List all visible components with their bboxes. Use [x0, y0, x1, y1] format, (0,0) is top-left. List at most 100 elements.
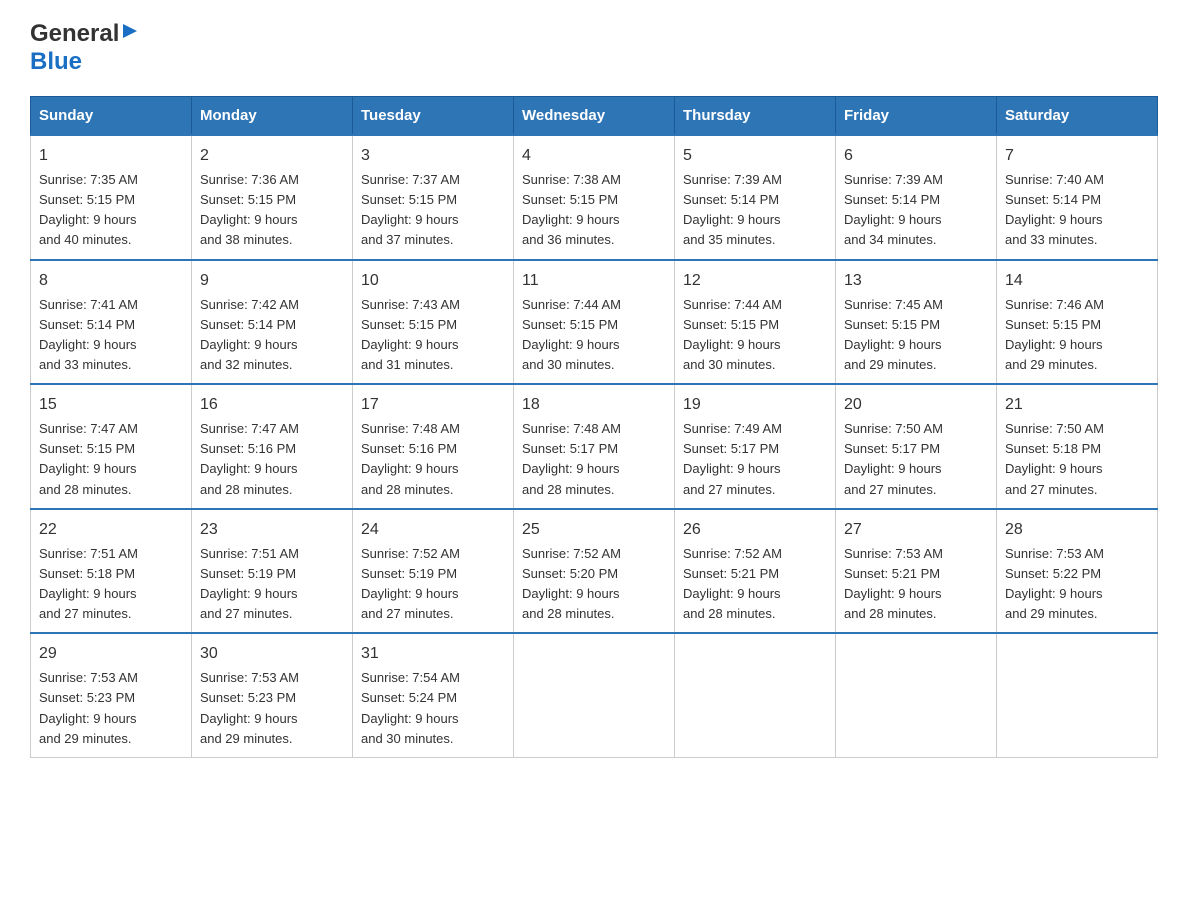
calendar-cell: 19 Sunrise: 7:49 AMSunset: 5:17 PMDaylig…	[675, 384, 836, 509]
day-number: 23	[200, 518, 344, 542]
day-info: Sunrise: 7:49 AMSunset: 5:17 PMDaylight:…	[683, 421, 782, 496]
day-info: Sunrise: 7:51 AMSunset: 5:19 PMDaylight:…	[200, 546, 299, 621]
calendar-week-5: 29 Sunrise: 7:53 AMSunset: 5:23 PMDaylig…	[31, 633, 1158, 757]
calendar-cell: 28 Sunrise: 7:53 AMSunset: 5:22 PMDaylig…	[997, 509, 1158, 634]
day-number: 22	[39, 518, 183, 542]
calendar-cell: 17 Sunrise: 7:48 AMSunset: 5:16 PMDaylig…	[353, 384, 514, 509]
day-number: 30	[200, 642, 344, 666]
day-number: 26	[683, 518, 827, 542]
day-number: 9	[200, 269, 344, 293]
day-number: 28	[1005, 518, 1149, 542]
page-header: General Blue	[30, 20, 1158, 76]
calendar-cell: 1 Sunrise: 7:35 AMSunset: 5:15 PMDayligh…	[31, 135, 192, 260]
day-info: Sunrise: 7:39 AMSunset: 5:14 PMDaylight:…	[844, 172, 943, 247]
day-number: 6	[844, 144, 988, 168]
calendar-cell: 24 Sunrise: 7:52 AMSunset: 5:19 PMDaylig…	[353, 509, 514, 634]
calendar-cell: 3 Sunrise: 7:37 AMSunset: 5:15 PMDayligh…	[353, 135, 514, 260]
day-info: Sunrise: 7:42 AMSunset: 5:14 PMDaylight:…	[200, 297, 299, 372]
day-info: Sunrise: 7:45 AMSunset: 5:15 PMDaylight:…	[844, 297, 943, 372]
col-header-friday: Friday	[836, 97, 997, 136]
day-info: Sunrise: 7:48 AMSunset: 5:16 PMDaylight:…	[361, 421, 460, 496]
calendar-week-1: 1 Sunrise: 7:35 AMSunset: 5:15 PMDayligh…	[31, 135, 1158, 260]
calendar-cell: 21 Sunrise: 7:50 AMSunset: 5:18 PMDaylig…	[997, 384, 1158, 509]
day-info: Sunrise: 7:41 AMSunset: 5:14 PMDaylight:…	[39, 297, 138, 372]
calendar-cell: 11 Sunrise: 7:44 AMSunset: 5:15 PMDaylig…	[514, 260, 675, 385]
day-number: 2	[200, 144, 344, 168]
calendar-week-2: 8 Sunrise: 7:41 AMSunset: 5:14 PMDayligh…	[31, 260, 1158, 385]
logo: General Blue	[30, 20, 139, 76]
day-number: 19	[683, 393, 827, 417]
day-info: Sunrise: 7:39 AMSunset: 5:14 PMDaylight:…	[683, 172, 782, 247]
calendar-cell: 31 Sunrise: 7:54 AMSunset: 5:24 PMDaylig…	[353, 633, 514, 757]
calendar-cell: 10 Sunrise: 7:43 AMSunset: 5:15 PMDaylig…	[353, 260, 514, 385]
calendar-cell: 29 Sunrise: 7:53 AMSunset: 5:23 PMDaylig…	[31, 633, 192, 757]
day-number: 18	[522, 393, 666, 417]
calendar-cell: 22 Sunrise: 7:51 AMSunset: 5:18 PMDaylig…	[31, 509, 192, 634]
day-info: Sunrise: 7:50 AMSunset: 5:18 PMDaylight:…	[1005, 421, 1104, 496]
calendar-cell: 4 Sunrise: 7:38 AMSunset: 5:15 PMDayligh…	[514, 135, 675, 260]
calendar-cell: 20 Sunrise: 7:50 AMSunset: 5:17 PMDaylig…	[836, 384, 997, 509]
calendar-cell: 30 Sunrise: 7:53 AMSunset: 5:23 PMDaylig…	[192, 633, 353, 757]
day-number: 15	[39, 393, 183, 417]
calendar-cell: 8 Sunrise: 7:41 AMSunset: 5:14 PMDayligh…	[31, 260, 192, 385]
calendar-cell: 26 Sunrise: 7:52 AMSunset: 5:21 PMDaylig…	[675, 509, 836, 634]
day-number: 17	[361, 393, 505, 417]
calendar-cell	[997, 633, 1158, 757]
day-number: 1	[39, 144, 183, 168]
calendar-cell: 12 Sunrise: 7:44 AMSunset: 5:15 PMDaylig…	[675, 260, 836, 385]
day-number: 24	[361, 518, 505, 542]
logo-arrow-icon	[121, 22, 139, 45]
day-number: 5	[683, 144, 827, 168]
day-info: Sunrise: 7:35 AMSunset: 5:15 PMDaylight:…	[39, 172, 138, 247]
calendar-cell: 18 Sunrise: 7:48 AMSunset: 5:17 PMDaylig…	[514, 384, 675, 509]
calendar-cell: 7 Sunrise: 7:40 AMSunset: 5:14 PMDayligh…	[997, 135, 1158, 260]
day-number: 16	[200, 393, 344, 417]
calendar-cell: 15 Sunrise: 7:47 AMSunset: 5:15 PMDaylig…	[31, 384, 192, 509]
day-number: 13	[844, 269, 988, 293]
day-number: 4	[522, 144, 666, 168]
day-info: Sunrise: 7:38 AMSunset: 5:15 PMDaylight:…	[522, 172, 621, 247]
day-number: 27	[844, 518, 988, 542]
calendar-cell: 14 Sunrise: 7:46 AMSunset: 5:15 PMDaylig…	[997, 260, 1158, 385]
calendar-cell: 25 Sunrise: 7:52 AMSunset: 5:20 PMDaylig…	[514, 509, 675, 634]
day-number: 14	[1005, 269, 1149, 293]
day-number: 8	[39, 269, 183, 293]
day-info: Sunrise: 7:53 AMSunset: 5:23 PMDaylight:…	[39, 670, 138, 745]
day-info: Sunrise: 7:53 AMSunset: 5:22 PMDaylight:…	[1005, 546, 1104, 621]
day-info: Sunrise: 7:53 AMSunset: 5:23 PMDaylight:…	[200, 670, 299, 745]
day-info: Sunrise: 7:40 AMSunset: 5:14 PMDaylight:…	[1005, 172, 1104, 247]
day-number: 20	[844, 393, 988, 417]
day-info: Sunrise: 7:48 AMSunset: 5:17 PMDaylight:…	[522, 421, 621, 496]
day-info: Sunrise: 7:37 AMSunset: 5:15 PMDaylight:…	[361, 172, 460, 247]
day-info: Sunrise: 7:44 AMSunset: 5:15 PMDaylight:…	[522, 297, 621, 372]
day-number: 25	[522, 518, 666, 542]
day-info: Sunrise: 7:52 AMSunset: 5:21 PMDaylight:…	[683, 546, 782, 621]
day-number: 3	[361, 144, 505, 168]
day-info: Sunrise: 7:36 AMSunset: 5:15 PMDaylight:…	[200, 172, 299, 247]
calendar-cell: 13 Sunrise: 7:45 AMSunset: 5:15 PMDaylig…	[836, 260, 997, 385]
logo-blue-text: Blue	[30, 48, 82, 75]
day-info: Sunrise: 7:50 AMSunset: 5:17 PMDaylight:…	[844, 421, 943, 496]
day-info: Sunrise: 7:47 AMSunset: 5:15 PMDaylight:…	[39, 421, 138, 496]
day-info: Sunrise: 7:53 AMSunset: 5:21 PMDaylight:…	[844, 546, 943, 621]
day-number: 10	[361, 269, 505, 293]
day-number: 29	[39, 642, 183, 666]
day-number: 21	[1005, 393, 1149, 417]
calendar-cell	[675, 633, 836, 757]
calendar-cell: 16 Sunrise: 7:47 AMSunset: 5:16 PMDaylig…	[192, 384, 353, 509]
calendar-cell: 5 Sunrise: 7:39 AMSunset: 5:14 PMDayligh…	[675, 135, 836, 260]
day-info: Sunrise: 7:47 AMSunset: 5:16 PMDaylight:…	[200, 421, 299, 496]
calendar-cell: 27 Sunrise: 7:53 AMSunset: 5:21 PMDaylig…	[836, 509, 997, 634]
calendar-table: SundayMondayTuesdayWednesdayThursdayFrid…	[30, 96, 1158, 758]
calendar-cell: 6 Sunrise: 7:39 AMSunset: 5:14 PMDayligh…	[836, 135, 997, 260]
day-number: 31	[361, 642, 505, 666]
day-info: Sunrise: 7:51 AMSunset: 5:18 PMDaylight:…	[39, 546, 138, 621]
day-number: 7	[1005, 144, 1149, 168]
day-info: Sunrise: 7:54 AMSunset: 5:24 PMDaylight:…	[361, 670, 460, 745]
logo-general-text: General	[30, 20, 119, 48]
col-header-saturday: Saturday	[997, 97, 1158, 136]
col-header-monday: Monday	[192, 97, 353, 136]
day-info: Sunrise: 7:52 AMSunset: 5:19 PMDaylight:…	[361, 546, 460, 621]
day-number: 12	[683, 269, 827, 293]
calendar-week-4: 22 Sunrise: 7:51 AMSunset: 5:18 PMDaylig…	[31, 509, 1158, 634]
